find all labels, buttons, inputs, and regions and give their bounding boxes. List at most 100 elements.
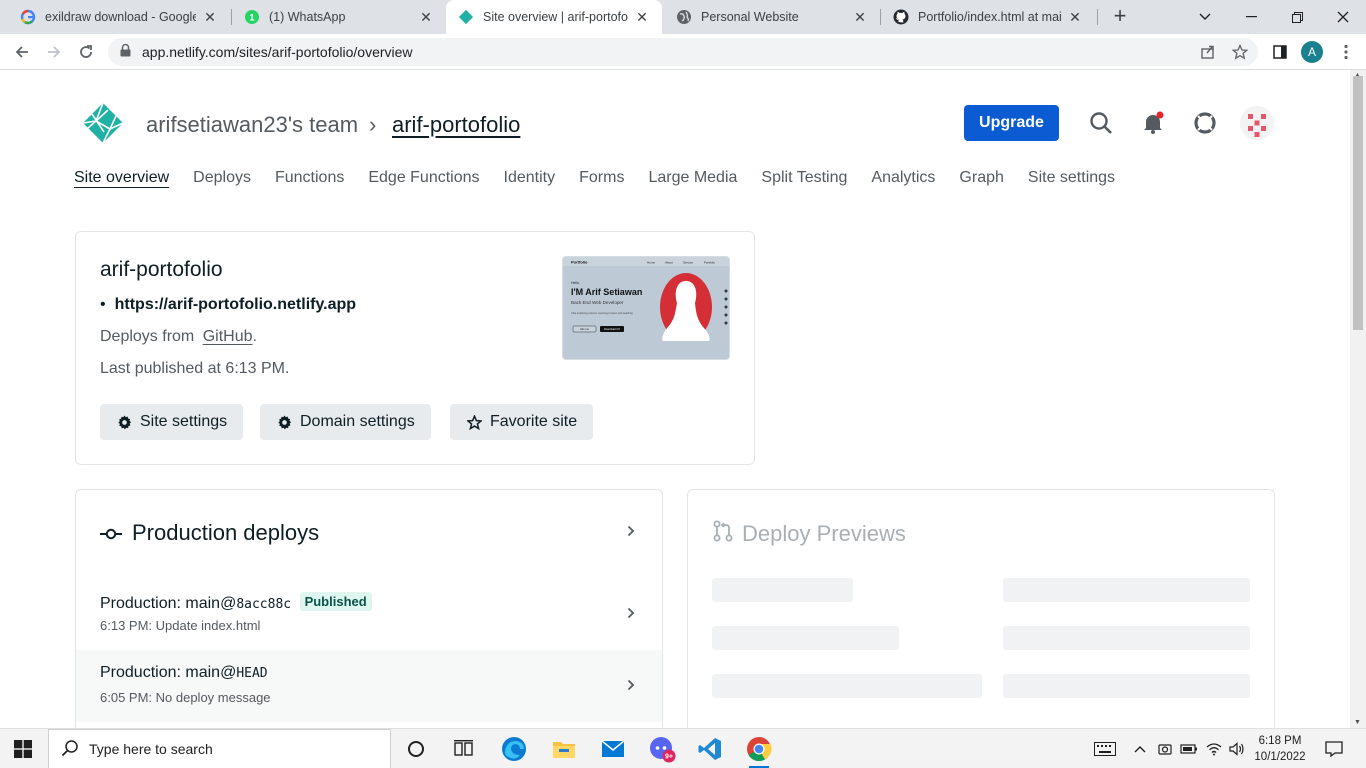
back-icon[interactable] [10, 40, 34, 64]
close-icon[interactable]: ✕ [852, 9, 868, 25]
task-view-icon[interactable] [448, 733, 480, 765]
tab-forms[interactable]: Forms [579, 169, 624, 193]
mail-icon[interactable] [597, 733, 629, 765]
user-avatar[interactable] [1240, 106, 1274, 140]
edge-icon[interactable] [498, 733, 530, 765]
preview-hello: Hello, [571, 281, 580, 285]
tab-site-overview[interactable]: Site overview [74, 169, 169, 193]
site-url-text[interactable]: https://arif-portofolio.netlify.app [115, 296, 356, 313]
tab-github[interactable]: Portfolio/index.html at main ✕ [881, 0, 1095, 34]
page-scrollbar[interactable]: ▲ ▼ [1350, 70, 1366, 728]
loading-placeholder [712, 674, 982, 698]
site-settings-button[interactable]: Site settings [100, 404, 244, 440]
tab-identity[interactable]: Identity [504, 169, 556, 193]
whatsapp-icon: 1 [244, 9, 260, 25]
tab-title: Personal Website [701, 10, 799, 24]
preview-headline: I'M Arif Setiawan [571, 287, 642, 297]
wifi-icon[interactable] [1204, 739, 1224, 759]
search-icon[interactable] [1088, 110, 1114, 136]
forward-icon[interactable] [42, 40, 66, 64]
search-icon [61, 739, 79, 760]
minimize-button[interactable] [1228, 0, 1274, 34]
camera-icon[interactable] [1155, 739, 1175, 759]
github-icon [893, 9, 909, 25]
clock-date: 10/1/2022 [1254, 751, 1306, 763]
volume-icon[interactable] [1227, 739, 1247, 759]
cortana-icon[interactable] [400, 733, 432, 765]
scrollbar-thumb[interactable] [1353, 76, 1363, 330]
deploy-row-title: Production: main@HEAD [100, 664, 268, 682]
tab-title: (1) WhatsApp [269, 10, 346, 24]
deploy-previews-title: Deploy Previews [712, 520, 906, 548]
netlify-page: arifsetiawan23's team › arif-portofolio … [0, 70, 1350, 728]
team-breadcrumb[interactable]: arifsetiawan23's team [146, 112, 358, 138]
input-indicator-icon[interactable] [1094, 739, 1116, 759]
side-panel-icon[interactable] [1268, 40, 1292, 64]
chevron-up-icon[interactable] [1130, 739, 1150, 759]
netlify-icon [458, 9, 474, 25]
more-menu-icon[interactable] [1334, 40, 1358, 64]
site-breadcrumb[interactable]: arif-portofolio [392, 112, 520, 138]
tab-large-media[interactable]: Large Media [648, 169, 737, 193]
site-preview-screenshot[interactable]: Portfolio Home About Service Portfolio H… [562, 256, 730, 360]
domain-settings-button[interactable]: Domain settings [260, 404, 431, 440]
published-badge: Published [299, 592, 372, 611]
loading-placeholder [1003, 626, 1250, 650]
discord-icon[interactable]: 9+ [646, 733, 678, 765]
deploy-row[interactable]: Production: main@8acc88c Published 6:13 … [76, 578, 662, 650]
tab-functions[interactable]: Functions [275, 169, 344, 193]
restore-button[interactable] [1274, 0, 1320, 34]
star-icon [466, 414, 482, 430]
reload-icon[interactable] [74, 40, 98, 64]
chevron-right-icon[interactable] [627, 524, 635, 542]
close-icon[interactable]: ✕ [1067, 9, 1083, 25]
deploy-context: Production: [100, 664, 181, 681]
favorite-site-button[interactable]: Favorite site [450, 404, 594, 440]
bookmark-star-icon[interactable] [1228, 40, 1252, 64]
tab-site-settings[interactable]: Site settings [1028, 169, 1115, 193]
battery-icon[interactable] [1179, 739, 1199, 759]
production-deploys-title[interactable]: Production deploys [100, 520, 319, 546]
file-explorer-icon[interactable] [548, 733, 580, 765]
tab-whatsapp[interactable]: 1 (1) WhatsApp ✕ [232, 0, 446, 34]
close-icon[interactable]: ✕ [634, 9, 650, 25]
address-bar[interactable]: app.netlify.com/sites/arif-portofolio/ov… [108, 38, 1258, 66]
tab-deploys[interactable]: Deploys [193, 169, 251, 193]
tab-graph[interactable]: Graph [959, 169, 1003, 193]
notification-center-icon[interactable] [1323, 739, 1345, 759]
deploy-branch: main@ [185, 664, 237, 681]
tab-search-chevron-icon[interactable] [1182, 0, 1228, 34]
url-text: app.netlify.com/sites/arif-portofolio/ov… [142, 44, 413, 60]
scroll-down-icon[interactable]: ▼ [1354, 719, 1361, 726]
tab-analytics[interactable]: Analytics [871, 169, 935, 193]
tab-split-testing[interactable]: Split Testing [761, 169, 847, 193]
profile-avatar[interactable]: A [1301, 41, 1323, 63]
close-icon[interactable]: ✕ [418, 9, 434, 25]
browser-tab-strip: exildraw download - Google ✕ 1 (1) Whats… [0, 0, 1366, 34]
tab-edge-functions[interactable]: Edge Functions [368, 169, 479, 193]
globe-icon [676, 9, 692, 25]
clock-time: 6:18 PM [1258, 735, 1302, 747]
tab-personal-website[interactable]: Personal Website ✕ [664, 0, 880, 34]
help-lifebuoy-icon[interactable] [1192, 110, 1218, 136]
share-icon[interactable] [1196, 40, 1220, 64]
chrome-icon[interactable] [743, 733, 775, 768]
system-clock[interactable]: 6:18 PM 10/1/2022 [1250, 733, 1310, 765]
notification-bell-icon[interactable] [1140, 110, 1166, 136]
tab-site-overview[interactable]: Site overview | arif-portofolio ✕ [446, 0, 662, 34]
site-url-link[interactable]: • https://arif-portofolio.netlify.app [100, 296, 356, 314]
upgrade-button[interactable]: Upgrade [964, 105, 1059, 141]
preview-nav-portfolio: Portfolio [704, 261, 715, 265]
vscode-icon[interactable] [694, 733, 726, 765]
windows-start-icon[interactable] [14, 740, 32, 758]
tab-google[interactable]: exildraw download - Google ✕ [8, 0, 230, 34]
netlify-logo-icon[interactable] [82, 102, 124, 144]
close-window-button[interactable] [1320, 0, 1366, 34]
deploy-context: Production: [100, 595, 181, 612]
github-link[interactable]: GitHub [203, 328, 253, 345]
close-icon[interactable]: ✕ [202, 9, 218, 25]
loading-placeholder [1003, 674, 1250, 698]
taskbar-search-input[interactable]: Type here to search [48, 729, 391, 768]
new-tab-button[interactable]: + [1108, 5, 1132, 29]
deploy-row[interactable]: Production: main@HEAD 6:05 PM: No deploy… [76, 650, 662, 722]
